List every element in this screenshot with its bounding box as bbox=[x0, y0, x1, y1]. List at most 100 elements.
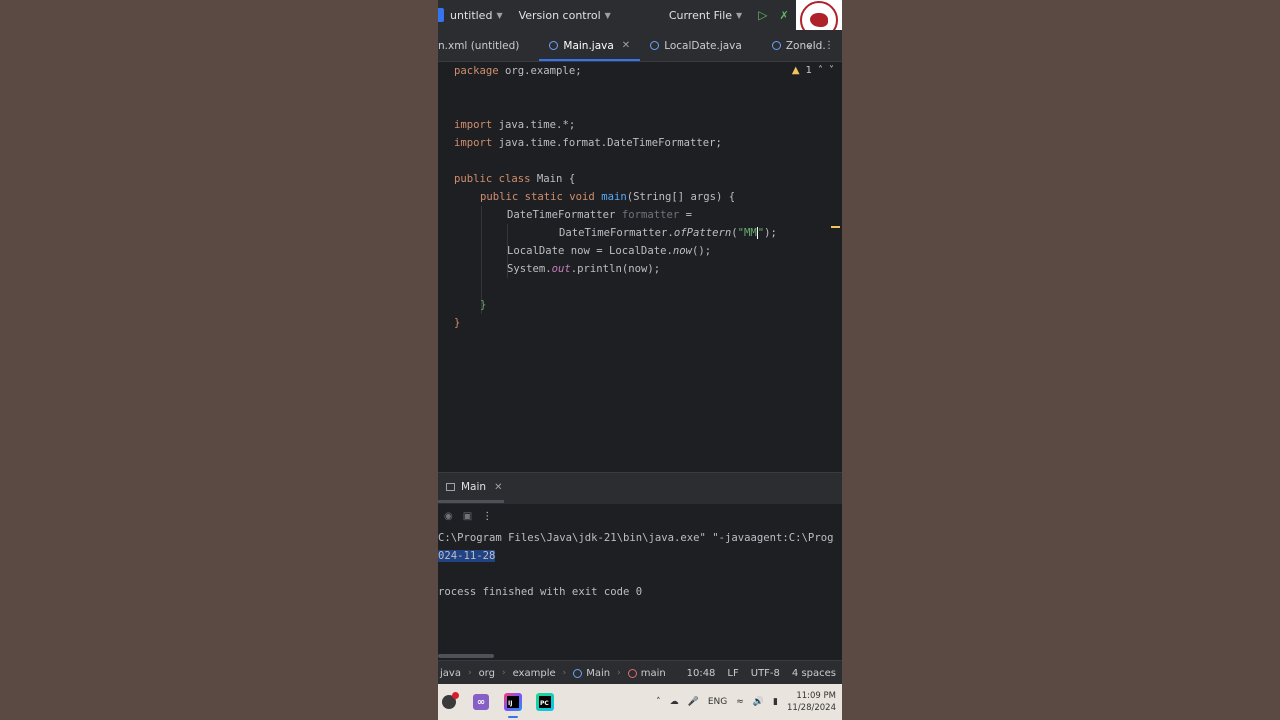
code-line: public class Main { bbox=[454, 173, 576, 185]
run-config-label: Current File bbox=[668, 8, 733, 22]
camera-icon[interactable]: ◉ bbox=[444, 511, 453, 522]
visual-studio-icon: ∞ bbox=[473, 694, 489, 710]
class-icon bbox=[650, 41, 660, 50]
windows-taskbar: ∞ IJ PC ˄ ☁ 🎤 ENG ≈ 🔊 ▮ 11:09 PM 11/28/2… bbox=[438, 684, 842, 720]
close-icon[interactable]: ✕ bbox=[622, 40, 630, 51]
status-widgets: 10:48 LF UTF-8 4 spaces bbox=[687, 661, 836, 685]
warning-count: 1 bbox=[805, 65, 812, 76]
chevron-up-icon[interactable]: ˄ bbox=[818, 65, 823, 76]
code-line-current: DateTimeFormatter.ofPattern("MM"); bbox=[559, 227, 777, 239]
language-indicator[interactable]: ENG bbox=[708, 697, 727, 707]
chevron-right-icon: › bbox=[562, 668, 567, 678]
vcs-selector[interactable]: Version control ▼ bbox=[519, 9, 611, 22]
project-icon bbox=[438, 8, 444, 22]
chevron-right-icon: › bbox=[501, 668, 506, 678]
run-tool-window-header: Main ✕ bbox=[438, 472, 842, 502]
pycharm-icon: PC bbox=[536, 693, 554, 711]
breadcrumb-item[interactable]: java bbox=[440, 668, 461, 679]
code-editor[interactable]: ▲ 1 ˄ ˅ package org.example; import java… bbox=[438, 62, 842, 472]
code-line: import java.time.*; bbox=[454, 119, 576, 131]
taskbar-app-intellij[interactable]: IJ bbox=[502, 691, 524, 718]
clock[interactable]: 11:09 PM 11/28/2024 bbox=[787, 690, 836, 714]
line-separator[interactable]: LF bbox=[727, 668, 738, 679]
clock-time: 11:09 PM bbox=[796, 691, 836, 701]
debug-icon[interactable]: ✗ bbox=[779, 9, 788, 22]
cloud-icon[interactable]: ☁ bbox=[670, 697, 679, 707]
warning-marker bbox=[831, 226, 840, 228]
class-icon bbox=[771, 41, 781, 50]
console-scrollbar[interactable] bbox=[438, 654, 494, 658]
project-name: untitled bbox=[450, 8, 493, 22]
class-icon bbox=[549, 41, 559, 50]
tab-pom-xml[interactable]: n.xml (untitled) bbox=[438, 30, 529, 61]
ide-window: untitled ▼ Version control ▼ Current Fil… bbox=[438, 0, 842, 720]
indent-setting[interactable]: 4 spaces bbox=[792, 668, 836, 679]
more-icon[interactable]: ⋮ bbox=[482, 511, 492, 522]
app-icon bbox=[442, 692, 459, 709]
tab-localdate-java[interactable]: LocalDate.java bbox=[640, 30, 752, 61]
export-icon[interactable]: ▣ bbox=[463, 511, 472, 522]
editor-tabs: n.xml (untitled) Main.java ✕ LocalDate.j… bbox=[438, 30, 842, 62]
main-toolbar: untitled ▼ Version control ▼ Current Fil… bbox=[438, 0, 842, 30]
code-line: package org.example; bbox=[454, 65, 582, 77]
system-tray: ˄ ☁ 🎤 ENG ≈ 🔊 ▮ 11:09 PM 11/28/2024 bbox=[656, 684, 836, 720]
scroll-thumb[interactable] bbox=[438, 500, 504, 503]
chevron-right-icon: › bbox=[467, 668, 472, 678]
code-line: public static void main(String[] args) { bbox=[480, 191, 736, 203]
inspection-widget[interactable]: ▲ 1 ˄ ˅ bbox=[792, 65, 834, 76]
breadcrumb: java › org › example › Main › main bbox=[440, 668, 666, 679]
clock-date: 11/28/2024 bbox=[787, 703, 836, 713]
code-line: LocalDate now = LocalDate.now(); bbox=[507, 245, 712, 257]
wifi-icon[interactable]: ≈ bbox=[736, 697, 744, 707]
code-line: import java.time.format.DateTimeFormatte… bbox=[454, 137, 722, 149]
code-line: } bbox=[480, 299, 487, 311]
logo-mascot bbox=[810, 13, 828, 27]
battery-icon[interactable]: ▮ bbox=[773, 697, 778, 707]
vcs-label: Version control bbox=[518, 8, 601, 22]
project-selector[interactable]: untitled ▼ bbox=[438, 8, 503, 22]
taskbar-app-browser[interactable] bbox=[438, 691, 460, 713]
method-icon bbox=[627, 668, 637, 678]
breadcrumb-item[interactable]: org bbox=[479, 668, 495, 679]
tab-main-java[interactable]: Main.java ✕ bbox=[539, 30, 640, 61]
console-output[interactable]: C:\Program Files\Java\jdk-21\bin\java.ex… bbox=[438, 528, 842, 652]
chevron-down-icon[interactable]: ⌄ bbox=[806, 40, 814, 51]
class-icon bbox=[573, 668, 583, 678]
console-line: 024-11-28 bbox=[438, 547, 496, 565]
chevron-right-icon: › bbox=[617, 668, 621, 678]
chevron-down-icon[interactable]: ˅ bbox=[829, 65, 834, 76]
code-line: System.out.println(now); bbox=[507, 263, 661, 275]
run-tab-label: Main bbox=[461, 481, 487, 493]
tab-label: n.xml (untitled) bbox=[438, 39, 520, 52]
taskbar-app-pycharm[interactable]: PC bbox=[534, 691, 556, 713]
status-bar: java › org › example › Main › main 10:48… bbox=[438, 660, 842, 685]
run-tab-main[interactable]: Main ✕ bbox=[438, 473, 502, 501]
breadcrumb-item[interactable]: example bbox=[513, 668, 556, 679]
console-line: rocess finished with exit code 0 bbox=[438, 586, 643, 598]
breadcrumb-item[interactable]: Main bbox=[586, 668, 610, 679]
microphone-icon[interactable]: 🎤 bbox=[688, 697, 699, 707]
console-line: C:\Program Files\Java\jdk-21\bin\java.ex… bbox=[438, 532, 834, 544]
close-icon[interactable]: ✕ bbox=[494, 482, 502, 493]
code-line: DateTimeFormatter formatter = bbox=[507, 209, 692, 221]
chevron-up-icon[interactable]: ˄ bbox=[656, 697, 661, 707]
tab-tools: ⌄ ⋮ bbox=[806, 30, 834, 61]
warning-icon: ▲ bbox=[791, 65, 800, 76]
file-encoding[interactable]: UTF-8 bbox=[751, 668, 780, 679]
more-icon[interactable]: ⋮ bbox=[824, 40, 834, 51]
notification-dot bbox=[452, 692, 459, 699]
breadcrumb-item[interactable]: main bbox=[641, 668, 666, 679]
run-toolbar: ◉ ▣ ⋮ bbox=[438, 505, 842, 527]
taskbar-app-visual-studio[interactable]: ∞ bbox=[470, 691, 492, 713]
chevron-down-icon: ▼ bbox=[736, 10, 743, 20]
speaker-icon[interactable]: 🔊 bbox=[753, 697, 764, 707]
run-tabs-scrollbar[interactable] bbox=[438, 500, 842, 504]
intellij-icon: IJ bbox=[504, 693, 522, 711]
chevron-down-icon: ▼ bbox=[604, 10, 611, 20]
selected-output: 024-11-28 bbox=[438, 550, 496, 562]
run-config-selector[interactable]: Current File ▼ bbox=[669, 9, 742, 22]
run-icon[interactable]: ▷ bbox=[758, 8, 767, 22]
caret-position[interactable]: 10:48 bbox=[687, 668, 716, 679]
window-icon bbox=[446, 483, 455, 491]
tab-label: Main.java bbox=[563, 39, 614, 52]
